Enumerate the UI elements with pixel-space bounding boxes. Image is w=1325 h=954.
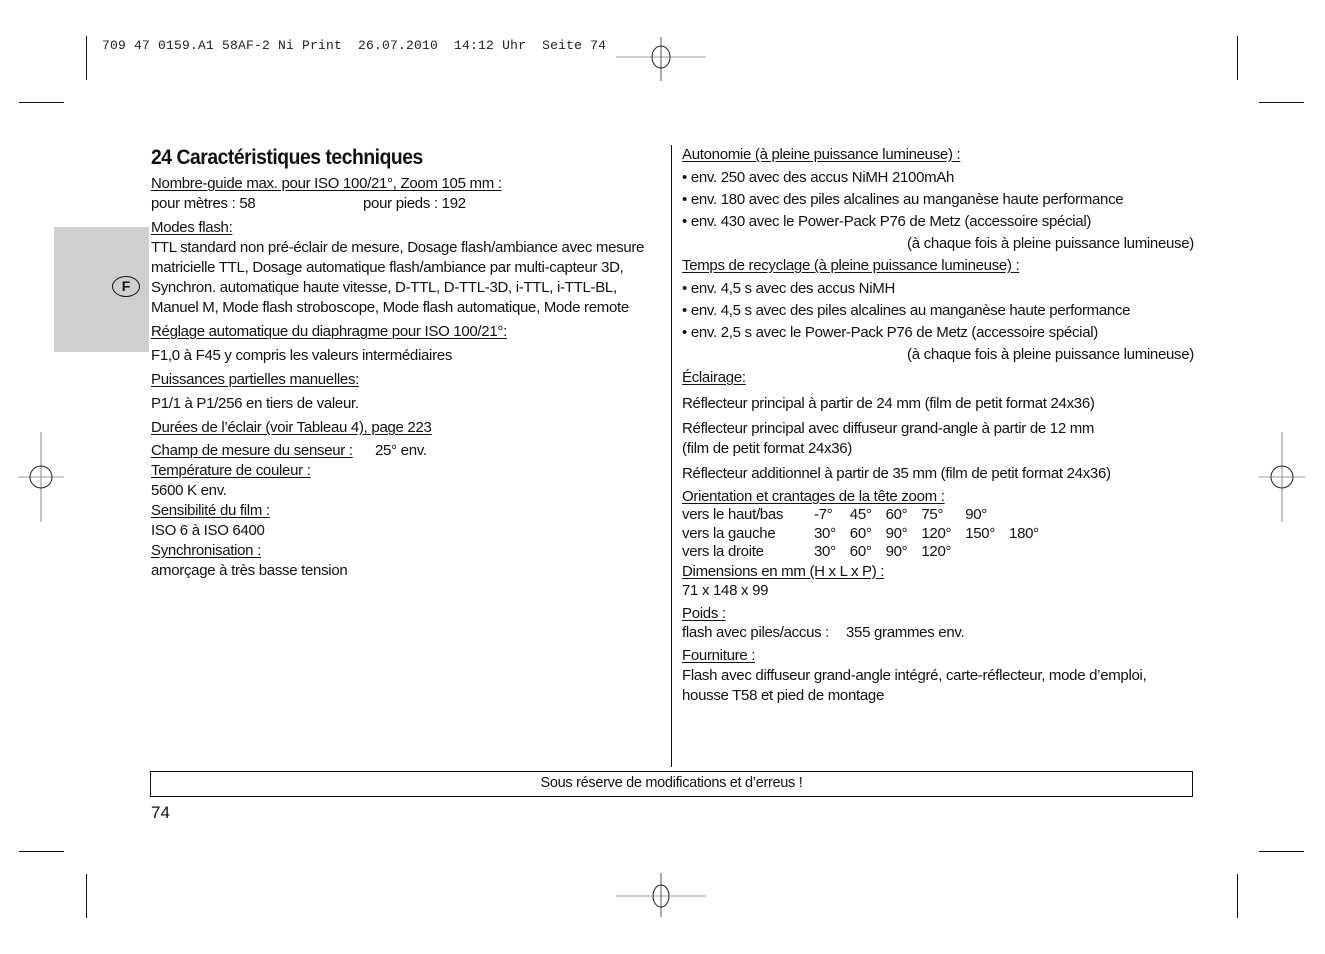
flash-modes-line: TTL standard non pré-éclair de mesure, D… bbox=[151, 239, 645, 256]
flash-modes-line: Synchron. automatique haute vitesse, D-T… bbox=[151, 279, 617, 296]
registration-mark-top bbox=[616, 37, 706, 81]
guide-number-values: pour mètres : 58 pour pieds : 192 bbox=[151, 194, 651, 214]
sync-value: amorçage à très basse tension bbox=[151, 562, 348, 579]
partial-power-value: P1/1 à P1/256 en tiers de valeur. bbox=[151, 395, 359, 412]
orientation-value bbox=[1009, 506, 1053, 525]
crop-mark-top-right-h bbox=[1259, 102, 1304, 103]
sync-label: Synchronisation : bbox=[151, 542, 261, 559]
orientation-value: 75° bbox=[921, 506, 944, 523]
sensor-field-label-text: Champ de mesure du senseur : bbox=[151, 442, 353, 459]
orientation-value: 120° bbox=[921, 543, 952, 560]
page-number: 74 bbox=[151, 803, 170, 822]
illumination-line: Réflecteur principal à partir de 24 mm (… bbox=[682, 395, 1095, 412]
guide-number-label: Nombre-guide max. pour ISO 100/21°, Zoom… bbox=[151, 175, 502, 192]
crop-mark-bottom-left-v bbox=[86, 874, 87, 918]
guide-number-meters: pour mètres : 58 bbox=[151, 195, 256, 212]
orientation-value: 30° bbox=[814, 524, 836, 542]
language-badge: F bbox=[112, 276, 140, 297]
left-column: 24 Caractéristiques techniques Nombre-gu… bbox=[151, 144, 651, 581]
autonomy-item: env. 430 avec le Power-Pack P76 de Metz … bbox=[682, 211, 1194, 232]
orientation-row: vers la droite 30° 60° 90° 120° bbox=[682, 543, 1053, 562]
registration-mark-left bbox=[18, 432, 64, 522]
sensor-field-label: Champ de mesure du senseur : bbox=[151, 441, 375, 461]
crop-mark-top-left-v bbox=[86, 36, 87, 80]
weight-row: flash avec piles/accus : 355 grammes env… bbox=[682, 624, 1194, 642]
orientation-value: 90° bbox=[885, 543, 908, 560]
color-temp-value: 5600 K env. bbox=[151, 482, 227, 499]
orientation-value bbox=[1009, 543, 1053, 562]
orientation-value: 90° bbox=[885, 524, 908, 542]
orientation-value: 120° bbox=[921, 524, 952, 542]
orientation-row: vers le haut/bas -7° 45° 60° 75° 90° bbox=[682, 506, 1053, 525]
orientation-value: 60° bbox=[849, 543, 872, 560]
flash-duration-label: Durées de l’éclair (voir Tableau 4), pag… bbox=[151, 419, 432, 436]
supply-line: housse T58 et pied de montage bbox=[682, 686, 885, 704]
crop-mark-bottom-left-h bbox=[19, 851, 64, 852]
crop-mark-top-left-h bbox=[19, 102, 64, 103]
illumination-line: Réflecteur additionnel à partir de 35 mm… bbox=[682, 465, 1111, 482]
recycle-item: env. 4,5 s avec des piles alcalines au m… bbox=[682, 300, 1194, 321]
crop-mark-bottom-right-v bbox=[1237, 874, 1238, 918]
supply-line: Flash avec diffuseur grand-angle intégré… bbox=[682, 666, 1147, 684]
page-title: 24 Caractéristiques techniques bbox=[151, 146, 423, 169]
weight-label: Poids : bbox=[682, 604, 726, 622]
illumination-line: (film de petit format 24x36) bbox=[682, 440, 853, 457]
flash-modes-line: Manuel M, Mode flash stroboscope, Mode f… bbox=[151, 299, 629, 316]
orientation-value: 90° bbox=[965, 506, 988, 523]
dimensions-value: 71 x 148 x 99 bbox=[682, 581, 769, 599]
orientation-label: Orientation et crantages de la tête zoom… bbox=[682, 488, 945, 505]
autonomy-item: env. 250 avec des accus NiMH 2100mAh bbox=[682, 167, 1194, 188]
disclaimer-box: Sous réserve de modifications et d’erreu… bbox=[150, 771, 1193, 797]
aperture-label: Réglage automatique du diaphragme pour I… bbox=[151, 323, 507, 340]
orientation-value: 45° bbox=[849, 506, 872, 523]
orientation-row: vers la gauche 30° 60° 90° 120° 150° 180… bbox=[682, 525, 1053, 544]
crop-mark-bottom-right-h bbox=[1259, 851, 1304, 852]
disclaimer-text: Sous réserve de modifications et d’erreu… bbox=[540, 775, 803, 791]
orientation-value: 60° bbox=[849, 524, 872, 542]
film-speed-value: ISO 6 à ISO 6400 bbox=[151, 522, 265, 539]
orientation-value: -7° bbox=[814, 506, 833, 523]
orientation-value: 150° bbox=[965, 524, 996, 542]
print-slug: 709 47 0159.A1 58AF-2 Ni Print 26.07.201… bbox=[102, 38, 607, 53]
weight-value: 355 grammes env. bbox=[846, 623, 965, 641]
flash-modes-label: Modes flash: bbox=[151, 219, 233, 236]
illumination-line: Réflecteur principal avec diffuseur gran… bbox=[682, 420, 1095, 437]
flash-modes-line: matricielle TTL, Dosage automatique flas… bbox=[151, 259, 624, 276]
recycle-item: env. 2,5 s avec le Power-Pack P76 de Met… bbox=[682, 322, 1194, 343]
right-column: Autonomie (à pleine puissance lumineuse)… bbox=[682, 145, 1194, 706]
film-speed-label: Sensibilité du film : bbox=[151, 502, 270, 519]
registration-mark-bottom bbox=[616, 873, 706, 917]
color-temp-label: Température de couleur : bbox=[151, 462, 311, 479]
recycle-label: Temps de recyclage (à pleine puissance l… bbox=[682, 257, 1020, 274]
dimensions-label: Dimensions en mm (H x L x P) : bbox=[682, 562, 885, 580]
orientation-direction: vers la gauche bbox=[682, 524, 776, 542]
weight-key: flash avec piles/accus : bbox=[682, 623, 830, 641]
illumination-label: Éclairage: bbox=[682, 369, 746, 386]
registration-mark-right bbox=[1259, 432, 1305, 522]
orientation-table: vers le haut/bas -7° 45° 60° 75° 90° ver… bbox=[682, 506, 1053, 562]
orientation-direction: vers le haut/bas bbox=[682, 506, 784, 523]
sensor-field-row: Champ de mesure du senseur : 25° env. bbox=[151, 441, 651, 461]
orientation-direction: vers la droite bbox=[682, 543, 764, 560]
recycle-note: (à chaque fois à pleine puissance lumine… bbox=[907, 346, 1194, 363]
orientation-value: 30° bbox=[814, 543, 836, 560]
autonomy-item: env. 180 avec des piles alcalines au man… bbox=[682, 189, 1194, 210]
recycle-item: env. 4,5 s avec des accus NiMH bbox=[682, 278, 1194, 299]
guide-number-feet: pour pieds : 192 bbox=[363, 195, 466, 212]
orientation-value bbox=[965, 543, 1009, 562]
autonomy-label: Autonomie (à pleine puissance lumineuse)… bbox=[682, 146, 961, 163]
sensor-field-value: 25° env. bbox=[375, 442, 427, 459]
column-divider bbox=[671, 145, 672, 767]
aperture-value: F1,0 à F45 y compris les valeurs intermé… bbox=[151, 347, 453, 364]
partial-power-label: Puissances partielles manuelles: bbox=[151, 371, 360, 388]
orientation-value: 60° bbox=[885, 506, 908, 523]
crop-mark-top-right-v bbox=[1237, 36, 1238, 80]
autonomy-note: (à chaque fois à pleine puissance lumine… bbox=[907, 235, 1194, 252]
orientation-value: 180° bbox=[1009, 524, 1039, 542]
supply-label: Fourniture : bbox=[682, 646, 756, 664]
